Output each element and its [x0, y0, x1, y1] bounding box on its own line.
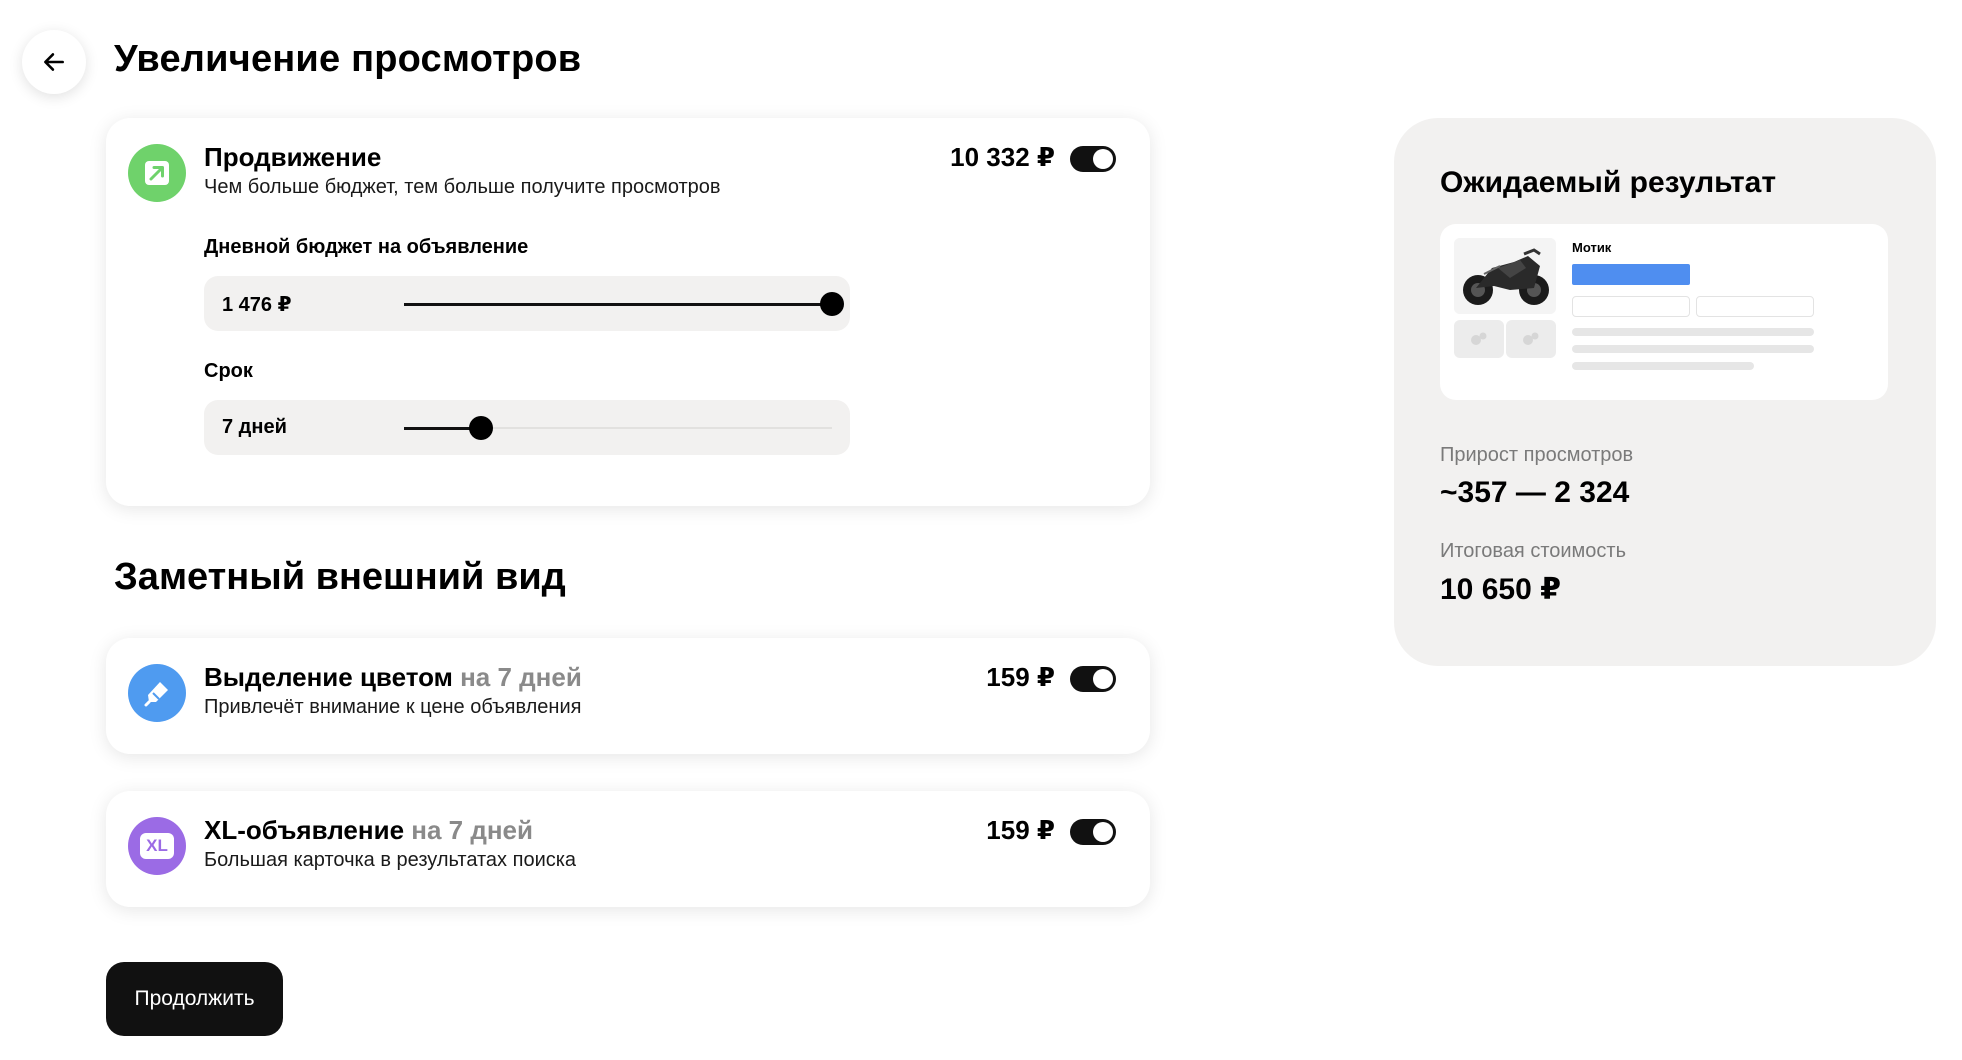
duration-slider-thumb[interactable] — [469, 416, 494, 440]
promotion-description: Чем больше бюджет, тем больше получите п… — [204, 176, 721, 198]
duration-slider-track[interactable] — [404, 416, 832, 440]
listing-preview-card: Мотик — [1440, 224, 1888, 400]
xl-listing-title: XL-объявление на 7 дней — [204, 815, 533, 846]
toggle-knob — [1093, 669, 1113, 689]
color-highlight-icon-badge — [128, 664, 186, 722]
budget-slider-fill — [404, 302, 832, 306]
duration-slider[interactable]: 7 дней — [204, 400, 850, 455]
promotion-icon-badge — [128, 144, 186, 202]
preview-thumbnail-2 — [1506, 320, 1556, 358]
result-panel: Ожидаемый результат Мотик Прирост просмо… — [1394, 118, 1936, 666]
xl-icon-text: XL — [146, 836, 168, 855]
page-title: Увеличение просмотров — [114, 38, 582, 80]
duration-label: Срок — [204, 360, 253, 382]
preview-button-placeholder-2 — [1696, 296, 1814, 317]
xl-icon-badge: XL — [128, 817, 186, 875]
preview-thumbnail-1 — [1454, 320, 1504, 358]
xl-listing-card: XL XL-объявление на 7 дней Большая карто… — [106, 791, 1150, 907]
budget-slider[interactable]: 1 476 ₽ — [204, 276, 850, 331]
promotion-price: 10 332 ₽ — [950, 142, 1055, 172]
toggle-knob — [1093, 822, 1113, 842]
budget-slider-thumb[interactable] — [820, 292, 844, 316]
preview-listing-name: Мотик — [1572, 240, 1612, 255]
budget-label: Дневной бюджет на объявление — [204, 236, 529, 258]
xl-listing-price: 159 ₽ — [986, 815, 1055, 845]
preview-price-bar — [1572, 264, 1690, 285]
color-highlight-period: на 7 дней — [460, 662, 582, 692]
result-title: Ожидаемый результат — [1440, 166, 1777, 199]
color-highlight-title: Выделение цветом на 7 дней — [204, 662, 582, 693]
xl-listing-period: на 7 дней — [411, 815, 533, 845]
xl-listing-toggle[interactable] — [1070, 819, 1116, 845]
xl-listing-description: Большая карточка в результатах поиска — [204, 849, 577, 871]
promotion-title: Продвижение — [204, 142, 382, 172]
color-highlight-card: Выделение цветом на 7 дней Привлечёт вни… — [106, 638, 1150, 754]
total-cost-value: 10 650 ₽ — [1440, 573, 1561, 606]
color-highlight-name: Выделение цветом — [204, 662, 453, 692]
preview-text-line-2 — [1572, 345, 1814, 353]
preview-button-placeholder-1 — [1572, 296, 1690, 317]
views-growth-label: Прирост просмотров — [1440, 444, 1634, 466]
color-highlight-description: Привлечёт внимание к цене объявления — [204, 696, 582, 718]
views-growth-value: ~357 — 2 324 — [1440, 476, 1630, 509]
promotion-card: Продвижение Чем больше бюджет, тем больш… — [106, 118, 1150, 506]
xl-icon: XL — [140, 833, 174, 859]
xl-listing-name: XL-объявление — [204, 815, 405, 845]
preview-text-line-1 — [1572, 328, 1814, 336]
budget-slider-track[interactable] — [404, 292, 844, 316]
promotion-toggle[interactable] — [1070, 146, 1116, 172]
preview-text-line-3 — [1572, 362, 1754, 370]
color-highlight-toggle[interactable] — [1070, 666, 1116, 692]
duration-value: 7 дней — [222, 416, 287, 438]
toggle-knob — [1093, 149, 1113, 169]
continue-button[interactable]: Продолжить — [106, 962, 283, 1036]
motorcycle-image — [1454, 238, 1556, 314]
color-highlight-price: 159 ₽ — [986, 662, 1055, 692]
back-button[interactable] — [22, 30, 86, 94]
arrow-up-right-icon — [145, 161, 169, 185]
page: Увеличение просмотров Продвижение Чем бо… — [0, 0, 1962, 1060]
arrow-left-icon — [44, 53, 64, 71]
marker-icon — [144, 682, 168, 707]
total-cost-label: Итоговая стоимость — [1440, 540, 1627, 562]
budget-value: 1 476 ₽ — [222, 294, 292, 316]
section-title: Заметный внешний вид — [114, 556, 566, 598]
